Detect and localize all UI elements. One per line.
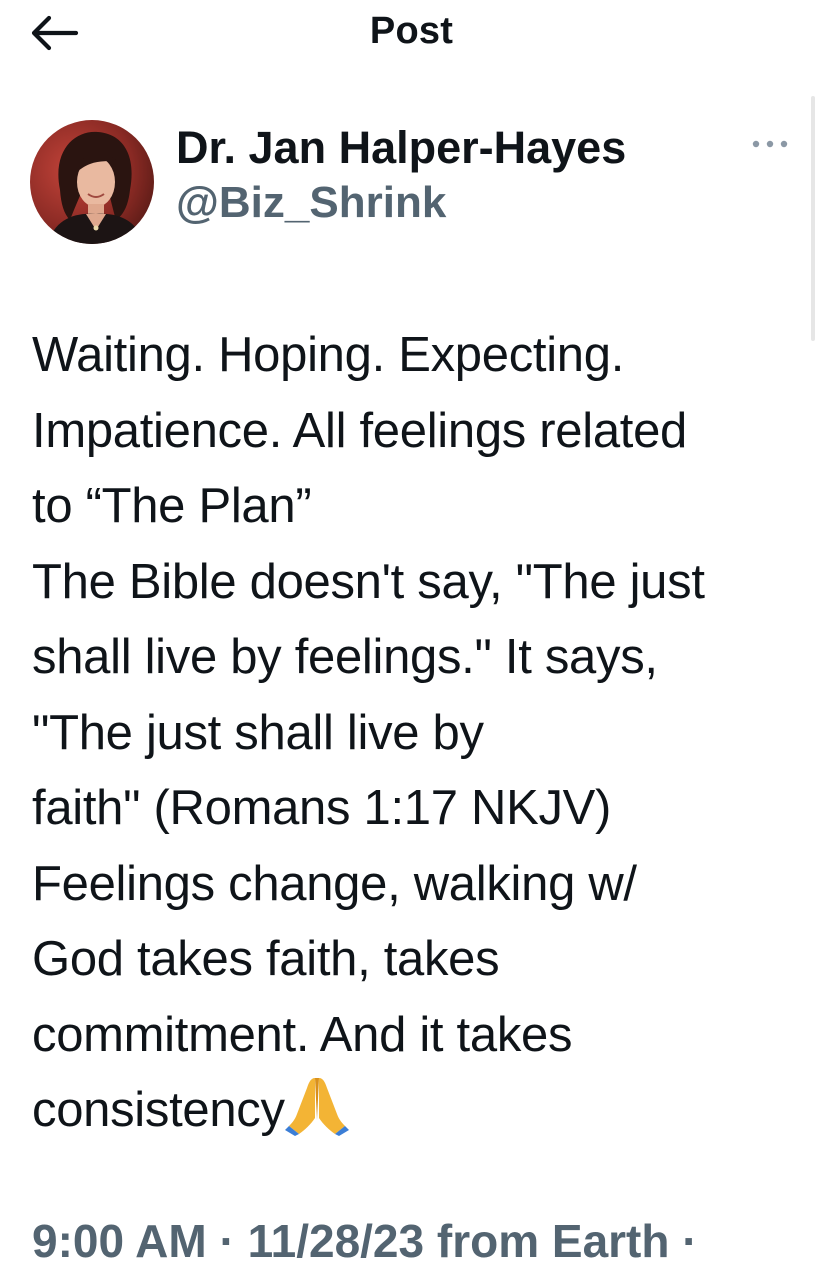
tweet-time: 9:00 AM — [32, 1215, 207, 1267]
tweet-date: 11/28/23 — [247, 1215, 425, 1267]
tweet-body: Waiting. Hoping. Expecting. Impatience. … — [32, 318, 802, 1159]
top-bar: Post — [0, 0, 823, 70]
profile-photo — [30, 120, 154, 244]
meta-separator: · — [219, 1215, 235, 1267]
tweet-meta: 9:00 AM · 11/28/23 from Earth · — [32, 1214, 698, 1268]
more-options-button[interactable] — [742, 124, 798, 164]
author-display-name[interactable]: Dr. Jan Halper-Hayes — [176, 122, 626, 174]
avatar[interactable] — [30, 120, 154, 244]
folded-hands-icon — [284, 1074, 349, 1159]
scrollbar[interactable] — [811, 96, 815, 341]
author-handle[interactable]: @Biz_Shrink — [176, 178, 446, 228]
page-title: Post — [369, 10, 454, 52]
tweet-text: Waiting. Hoping. Expecting. Impatience. … — [32, 328, 705, 1137]
more-horizontal-icon — [752, 140, 788, 148]
tweet-source: from Earth — [436, 1215, 670, 1267]
author-header: Dr. Jan Halper-Hayes @Biz_Shrink — [30, 120, 800, 250]
meta-separator-trailing: · — [682, 1215, 698, 1267]
